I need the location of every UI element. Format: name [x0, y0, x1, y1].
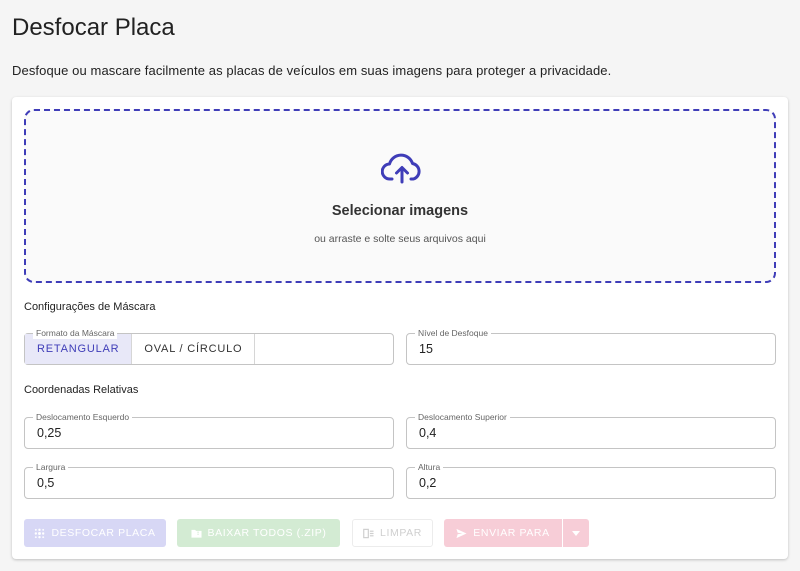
- blur-plate-label: DESFOCAR PLACA: [51, 527, 156, 539]
- send-icon: [456, 528, 467, 538]
- page-description: Desfoque ou mascare facilmente as placas…: [12, 63, 612, 78]
- blur-level-value: 15: [419, 342, 433, 356]
- left-offset-value: 0,25: [37, 426, 62, 440]
- blur-level-field[interactable]: Nível de Desfoque 15: [406, 327, 776, 365]
- mask-settings-heading: Configurações de Máscara: [24, 301, 156, 313]
- main-card: Selecionar imagens ou arraste e solte se…: [12, 97, 788, 559]
- height-label: Altura: [415, 461, 444, 473]
- caret-down-icon: [572, 530, 580, 536]
- width-value: 0,5: [37, 476, 55, 490]
- clear-all-icon: [363, 528, 374, 538]
- dropzone-title: Selecionar imagens: [331, 203, 469, 219]
- send-to-dropdown-button[interactable]: [563, 519, 589, 547]
- toggle-oval-circle[interactable]: OVAL / CÍRCULO: [132, 334, 256, 364]
- image-dropzone[interactable]: Selecionar imagens ou arraste e solte se…: [24, 109, 776, 283]
- height-value: 0,2: [419, 476, 437, 490]
- blur-icon: [35, 528, 45, 538]
- top-offset-field[interactable]: Deslocamento Superior 0,4: [406, 411, 776, 449]
- clear-label: LIMPAR: [380, 527, 422, 539]
- send-to-button[interactable]: ENVIAR PARA: [444, 519, 562, 547]
- clear-button[interactable]: LIMPAR: [352, 519, 433, 547]
- folder-zip-icon: [190, 529, 202, 538]
- mask-shape-label: Formato da Máscara: [33, 327, 118, 339]
- top-offset-label: Deslocamento Superior: [415, 411, 510, 423]
- download-all-zip-button[interactable]: BAIXAR TODOS (.ZIP): [177, 519, 340, 547]
- top-offset-value: 0,4: [419, 426, 437, 440]
- page-title: Desfocar Placa: [12, 14, 175, 41]
- mask-shape-field: Formato da Máscara RETANGULAR OVAL / CÍR…: [24, 327, 394, 365]
- send-to-label: ENVIAR PARA: [473, 527, 550, 539]
- download-all-label: BAIXAR TODOS (.ZIP): [207, 527, 327, 539]
- left-offset-field[interactable]: Deslocamento Esquerdo 0,25: [24, 411, 394, 449]
- height-field[interactable]: Altura 0,2: [406, 461, 776, 499]
- coordinates-heading: Coordenadas Relativas: [24, 384, 139, 396]
- width-label: Largura: [33, 461, 69, 473]
- left-offset-label: Deslocamento Esquerdo: [33, 411, 133, 423]
- dropzone-subtitle: ou arraste e solte seus arquivos aqui: [314, 233, 486, 245]
- cloud-upload-icon: [381, 153, 421, 184]
- blur-plate-button[interactable]: DESFOCAR PLACA: [24, 519, 166, 547]
- blur-level-label: Nível de Desfoque: [415, 327, 491, 339]
- width-field[interactable]: Largura 0,5: [24, 461, 394, 499]
